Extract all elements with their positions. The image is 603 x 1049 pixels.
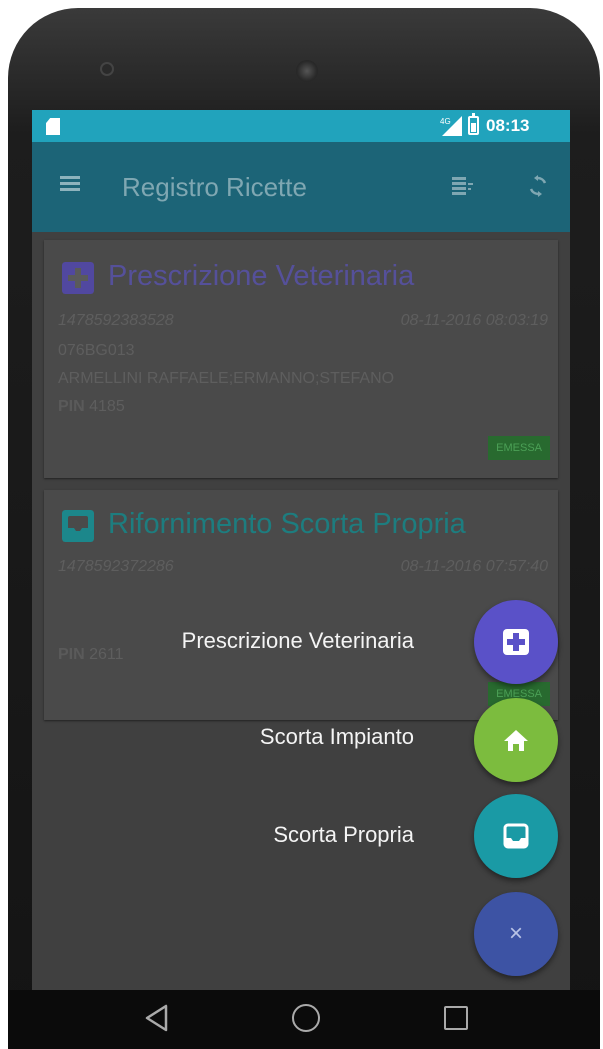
signal-icon: 4G <box>440 116 462 136</box>
fab-label-scorta-propria[interactable]: Scorta Propria <box>259 816 428 854</box>
status-bar: 4G 08:13 <box>32 110 570 142</box>
phone-frame: 4G 08:13 Registro Ricette Prescrizione V… <box>8 8 600 1049</box>
recipe-date: 08-11-2016 07:57:40 <box>400 558 548 575</box>
card-title: Prescrizione Veterinaria <box>108 260 415 292</box>
recipe-date: 08-11-2016 08:03:19 <box>400 312 548 329</box>
fab-scorta-propria[interactable] <box>474 794 558 878</box>
sync-icon[interactable] <box>526 174 550 198</box>
fab-prescrizione-veterinaria[interactable] <box>474 600 558 684</box>
pin-value: 4185 <box>89 398 125 415</box>
fab-label-prescrizione[interactable]: Prescrizione Veterinaria <box>168 622 428 660</box>
home-icon <box>504 730 528 751</box>
screen: 4G 08:13 Registro Ricette Prescrizione V… <box>32 110 570 990</box>
earpiece-speaker <box>296 60 318 82</box>
app-bar: Registro Ricette <box>32 142 570 232</box>
pin-row: PIN 4185 <box>58 398 125 416</box>
pin-label: PIN <box>58 646 85 663</box>
pin-value: 2611 <box>89 646 124 663</box>
back-icon[interactable] <box>144 1004 170 1032</box>
list-item[interactable]: Prescrizione Veterinaria 1478592383528 0… <box>44 240 558 478</box>
app-title: Registro Ricette <box>122 172 307 202</box>
hamburger-menu-icon[interactable] <box>60 176 80 192</box>
recipe-code: 076BG013 <box>58 342 135 359</box>
fab-label-scorta-impianto[interactable]: Scorta Impianto <box>246 718 428 756</box>
recipe-names: ARMELLINI RAFFAELE;ERMANNO;STEFANO <box>58 370 395 387</box>
pin-label: PIN <box>58 398 85 415</box>
pin-row: PIN 2611 <box>58 646 124 664</box>
system-navigation-bar <box>8 990 600 1049</box>
clock: 08:13 <box>486 116 530 135</box>
plus-square-icon <box>503 629 529 655</box>
recipe-id: 1478592383528 <box>58 312 174 329</box>
fab-scorta-impianto[interactable] <box>474 698 558 782</box>
status-badge: EMESSA <box>488 436 550 460</box>
plus-square-icon <box>62 262 94 294</box>
fab-close-button[interactable]: × <box>474 892 558 976</box>
filter-list-icon[interactable] <box>450 174 474 198</box>
card-title: Rifornimento Scorta Propria <box>108 508 466 540</box>
battery-icon <box>468 113 479 135</box>
front-camera <box>102 64 112 74</box>
list-item[interactable]: Rifornimento Scorta Propria 147859237228… <box>44 490 558 720</box>
sd-card-icon <box>46 118 60 135</box>
network-type: 4G <box>440 117 451 126</box>
close-icon: × <box>508 920 523 947</box>
recipe-id: 1478592372286 <box>58 558 174 575</box>
home-circle-icon[interactable] <box>292 1004 320 1032</box>
recents-icon[interactable] <box>444 1006 468 1030</box>
inbox-icon <box>503 823 529 849</box>
inbox-icon <box>62 510 94 542</box>
